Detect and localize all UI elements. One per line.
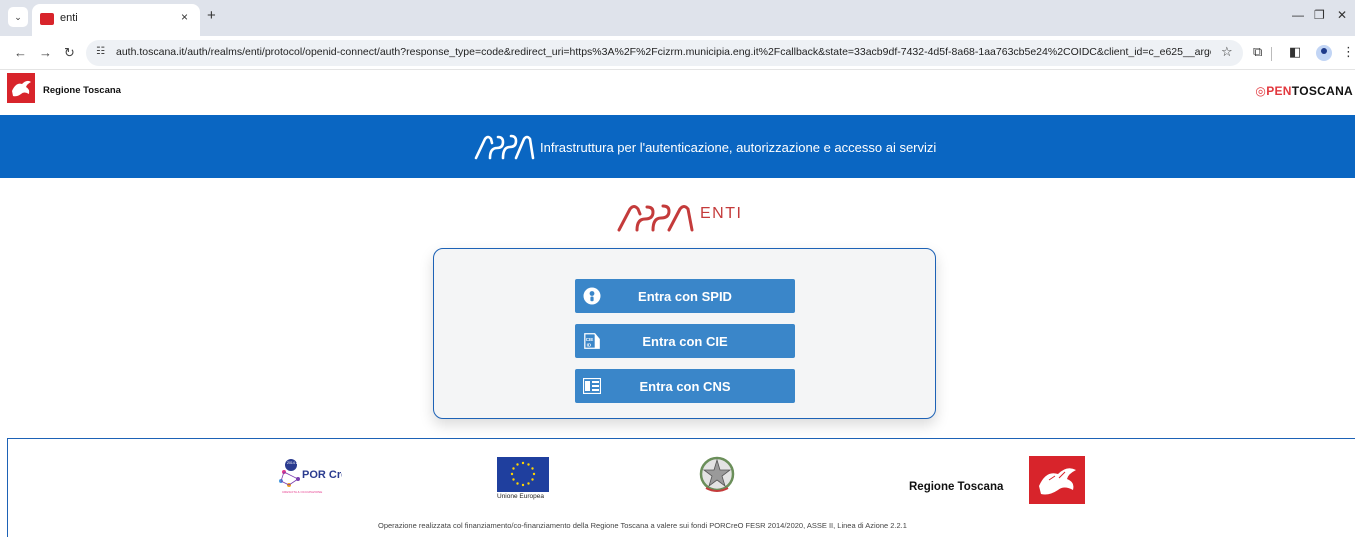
menu-kebab-icon[interactable]: ⋮ (1342, 44, 1355, 60)
open-logo-prefix: ◎PEN (1255, 84, 1292, 98)
footer-regione-toscana-logo-icon (1029, 456, 1085, 504)
restore-icon[interactable]: ❐ (1314, 8, 1325, 22)
cie-button-label: Entra con CIE (642, 333, 728, 349)
bookmark-star-icon[interactable]: ☆ (1221, 44, 1233, 60)
url-text[interactable]: auth.toscana.it/auth/realms/enti/protoco… (116, 46, 1211, 58)
cns-login-button[interactable]: Entra con CNS (575, 369, 795, 403)
back-icon[interactable]: ← (14, 45, 27, 60)
eu-flag-icon (497, 457, 549, 492)
por-creo-logo-icon: 2014 2020 POR CreO CRESCITA & OCCUPAZION… (279, 459, 342, 494)
user-circle-icon (583, 286, 601, 306)
open-toscana-logo[interactable]: ◎PENTOSCANA (1255, 84, 1353, 98)
footer-funding-note: Operazione realizzata col finanziamento/… (378, 521, 907, 530)
cie-login-button[interactable]: CIE ID Entra con CIE (575, 324, 795, 358)
regione-toscana-logo-icon[interactable] (7, 73, 35, 103)
cns-button-label: Entra con CNS (639, 378, 731, 394)
tab-title: enti (60, 12, 78, 24)
browser-tab[interactable]: enti × (32, 4, 200, 36)
open-logo-suffix: TOSCANA (1291, 84, 1353, 98)
banner-text: Infrastruttura per l'autenticazione, aut… (540, 140, 937, 155)
footer-region-name: Regione Toscana (909, 481, 1004, 493)
cie-card-icon: CIE ID (583, 331, 601, 351)
close-window-icon[interactable]: ✕ (1337, 8, 1347, 22)
browser-tab-bar: ⌄ enti × + — ❐ ✕ (0, 0, 1355, 36)
arpa-banner: Infrastruttura per l'autenticazione, aut… (0, 115, 1355, 178)
address-bar-row: ← → ↻ ☷ auth.toscana.it/auth/realms/enti… (0, 36, 1355, 70)
italian-emblem-icon (699, 456, 735, 492)
cns-card-icon (583, 376, 601, 396)
login-card: Entra con SPID CIE ID Entra con CIE Entr… (433, 248, 936, 419)
site-settings-icon[interactable]: ☷ (96, 46, 105, 57)
footer: 2014 2020 POR CreO CRESCITA & OCCUPAZION… (7, 438, 1355, 537)
site-header: Regione Toscana ◎PENTOSCANA (0, 70, 1355, 115)
minimize-icon[interactable]: — (1292, 8, 1304, 22)
app-name: ENTI (700, 205, 743, 222)
por-years: 2014 2020 (287, 461, 304, 465)
toolbar-divider (1271, 47, 1272, 61)
profile-avatar-icon[interactable] (1316, 45, 1332, 61)
svg-text:CIE: CIE (586, 337, 594, 342)
eu-label: Unione Europea (497, 493, 544, 500)
side-panel-icon[interactable]: ◧ (1289, 44, 1301, 60)
arpa-enti-logo-icon (617, 204, 694, 232)
svg-text:ID: ID (587, 342, 592, 347)
spid-button-label: Entra con SPID (638, 288, 732, 304)
favicon-icon (40, 13, 54, 25)
extensions-icon[interactable]: ⧉ (1253, 44, 1262, 60)
spid-login-button[interactable]: Entra con SPID (575, 279, 795, 313)
tab-search-icon[interactable]: ⌄ (8, 7, 28, 27)
omnibox[interactable]: ☷ auth.toscana.it/auth/realms/enti/proto… (86, 40, 1243, 66)
new-tab-icon[interactable]: + (207, 7, 216, 24)
reload-icon[interactable]: ↻ (64, 45, 75, 61)
org-name: Regione Toscana (43, 85, 121, 96)
por-text: POR CreO (302, 469, 342, 481)
por-subtitle: CRESCITA & OCCUPAZIONE (282, 490, 322, 494)
forward-icon[interactable]: → (39, 45, 52, 60)
tab-close-icon[interactable]: × (181, 10, 188, 24)
arpa-logo-icon (474, 134, 535, 160)
